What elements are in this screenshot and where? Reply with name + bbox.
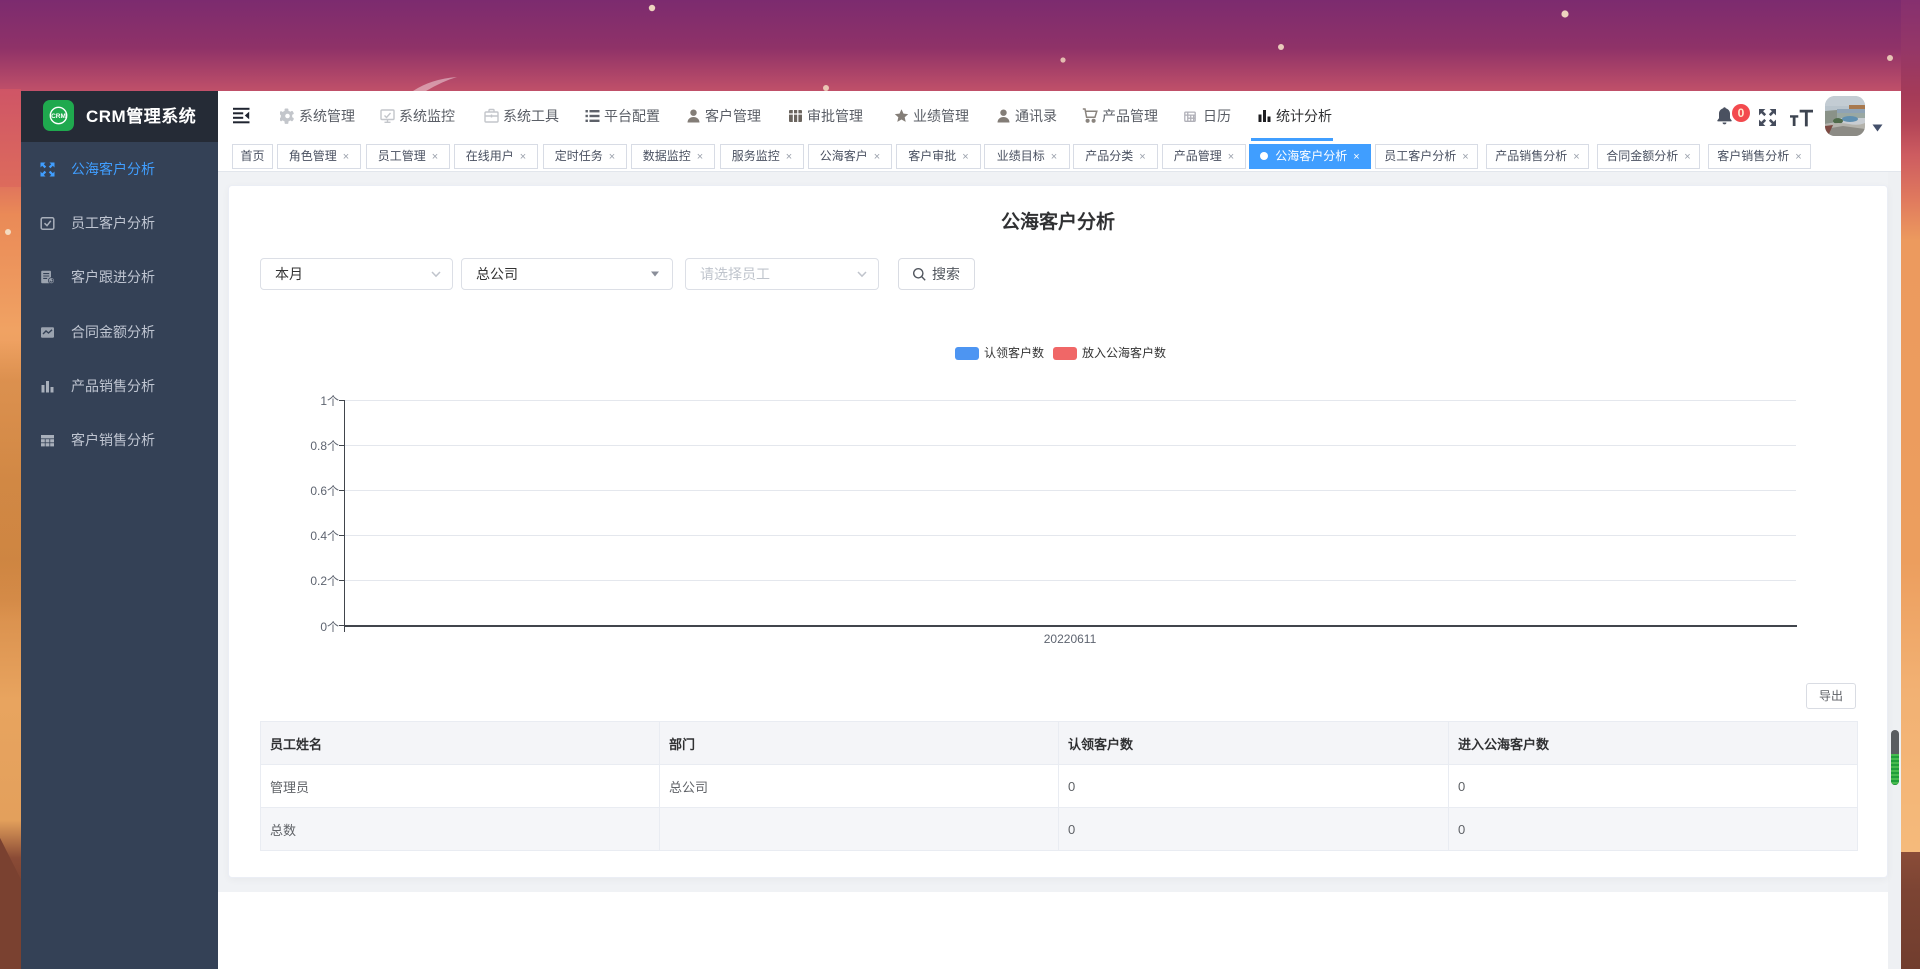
svg-text:CRM: CRM (51, 113, 66, 120)
